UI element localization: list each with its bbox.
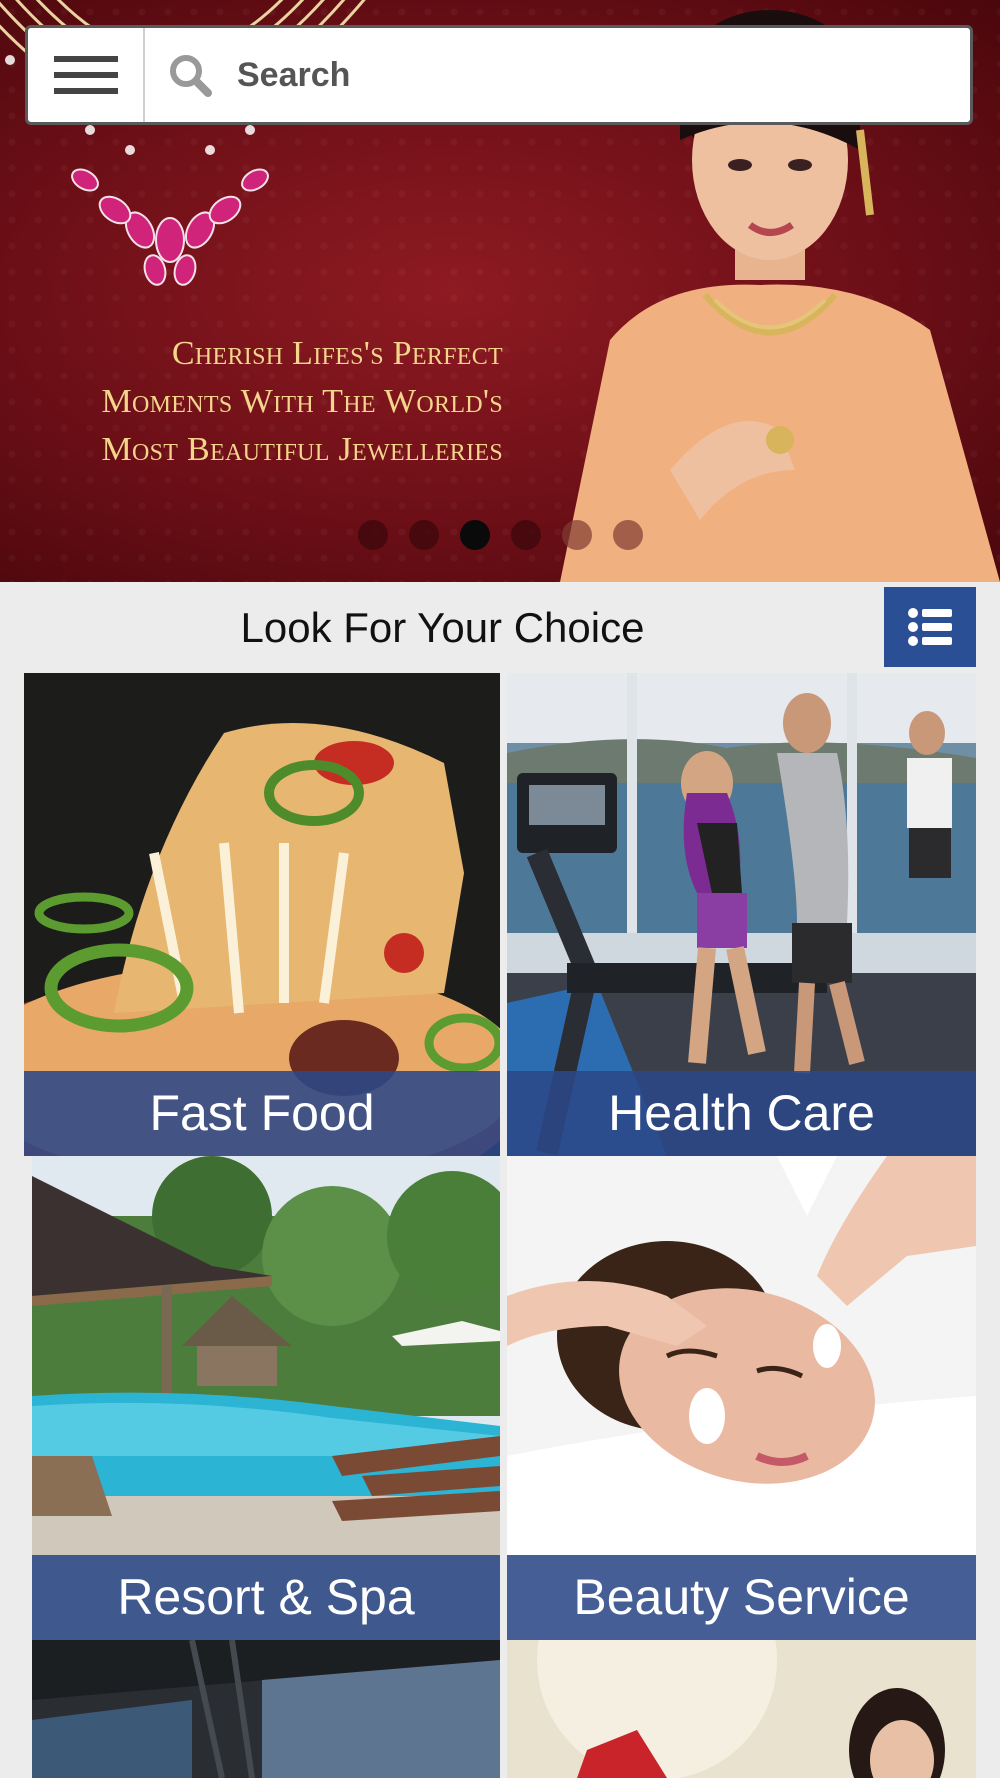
hamburger-icon	[53, 56, 118, 62]
category-tile-partial-right[interactable]	[507, 1640, 976, 1778]
carousel-dot-3[interactable]	[460, 520, 490, 550]
category-tile-fast-food[interactable]: Fast Food	[24, 673, 500, 1156]
carousel-dot-4[interactable]	[511, 520, 541, 550]
section-header: Look For Your Choice	[0, 582, 1000, 672]
search-input[interactable]	[235, 54, 889, 96]
category-tile-partial-left[interactable]	[32, 1640, 500, 1778]
carousel-dot-5[interactable]	[562, 520, 592, 550]
banner-line-2: Moments With The World's	[101, 383, 503, 420]
category-label-health-care: Health Care	[507, 1071, 976, 1156]
carousel-dot-1[interactable]	[358, 520, 388, 550]
list-view-button[interactable]	[884, 587, 976, 667]
list-view-icon	[908, 608, 952, 646]
search-icon[interactable]	[167, 52, 213, 98]
category-tile-beauty-service[interactable]: Beauty Service	[507, 1156, 976, 1640]
category-tile-resort-spa[interactable]: Resort & Spa	[32, 1156, 500, 1640]
carousel-indicators	[358, 520, 643, 550]
section-title: Look For Your Choice	[240, 604, 645, 651]
search-bar	[25, 25, 973, 125]
banner-line-1: Cherish Lifes's Perfect	[171, 335, 503, 372]
banner-tagline: Cherish Lifes's Perfect Moments With The…	[23, 330, 503, 474]
building-image	[32, 1640, 500, 1778]
category-tile-health-care[interactable]: Health Care	[507, 673, 976, 1156]
banner-line-3: Most Beautiful Jewelleries	[101, 431, 503, 468]
carousel-dot-2[interactable]	[409, 520, 439, 550]
category-label-resort-spa: Resort & Spa	[32, 1555, 500, 1640]
carousel-dot-6[interactable]	[613, 520, 643, 550]
category-label-fast-food: Fast Food	[24, 1071, 500, 1156]
shopping-image	[507, 1640, 976, 1778]
category-label-beauty-service: Beauty Service	[507, 1555, 976, 1640]
menu-button[interactable]	[28, 28, 145, 122]
